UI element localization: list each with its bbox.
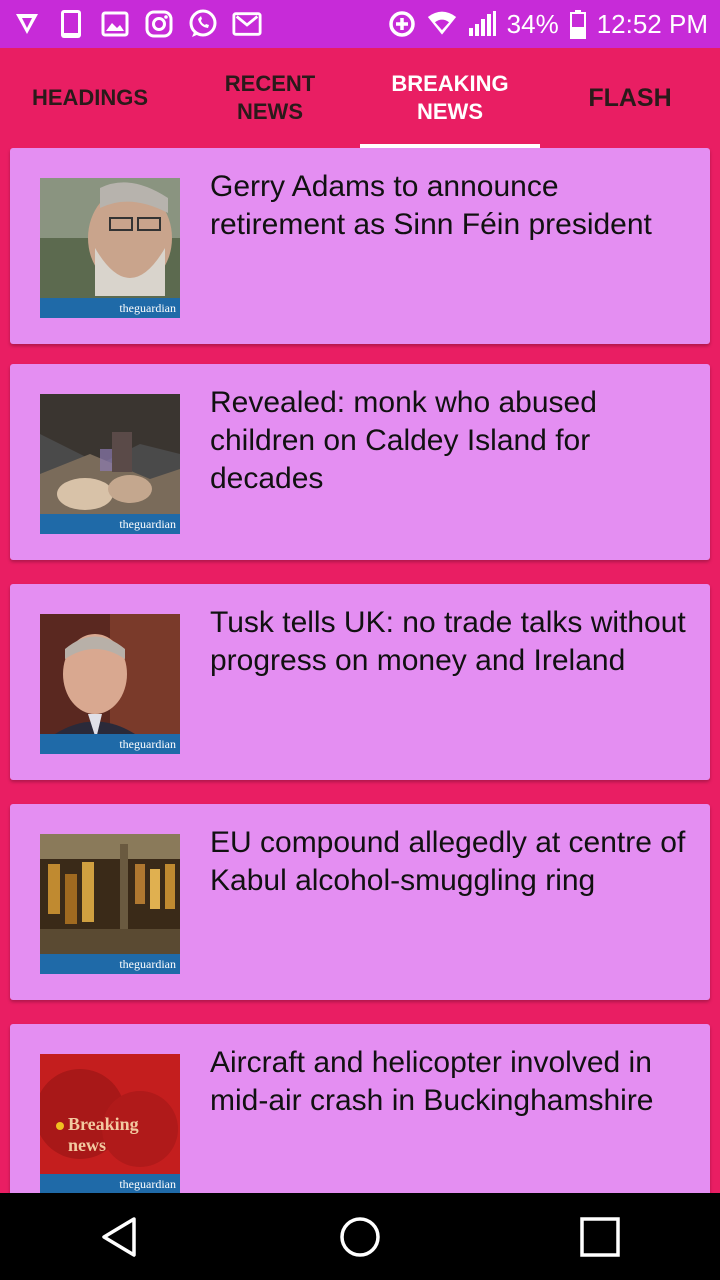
instagram-icon: [144, 9, 174, 39]
article-thumbnail: theguardian: [40, 834, 180, 974]
source-banner: theguardian: [40, 298, 180, 318]
navigation-bar: [0, 1193, 720, 1280]
gallery-icon: [100, 9, 130, 39]
article-thumbnail: theguardian: [40, 178, 180, 318]
whatsapp-icon: [188, 9, 218, 39]
tab-recent-news[interactable]: RECENT NEWS: [180, 48, 360, 148]
shield-icon: [12, 9, 42, 39]
source-banner: theguardian: [40, 734, 180, 754]
tab-flash[interactable]: FLASH: [540, 48, 720, 148]
tab-headings[interactable]: HEADINGS: [0, 48, 180, 148]
gmail-icon: [232, 9, 262, 39]
news-card[interactable]: Breaking news theguardian Aircraft and h…: [10, 1024, 710, 1193]
tab-bar: HEADINGS RECENT NEWS BREAKING NEWS FLASH: [0, 48, 720, 148]
article-thumbnail: theguardian: [40, 394, 180, 534]
wifi-icon: [427, 9, 457, 39]
article-headline[interactable]: Gerry Adams to announce retirement as Si…: [210, 168, 700, 244]
tab-breaking-news[interactable]: BREAKING NEWS: [360, 48, 540, 148]
article-thumbnail: Breaking news theguardian: [40, 1054, 180, 1193]
article-thumbnail: theguardian: [40, 614, 180, 754]
article-headline[interactable]: Revealed: monk who abused children on Ca…: [210, 384, 700, 498]
battery-icon: [569, 9, 587, 39]
article-headline[interactable]: Tusk tells UK: no trade talks without pr…: [210, 604, 700, 680]
data-saver-icon: [387, 9, 417, 39]
source-banner: theguardian: [40, 1174, 180, 1193]
status-bar: 34% 12:52 PM: [0, 0, 720, 48]
clock: 12:52 PM: [596, 8, 708, 39]
signal-icon: [467, 9, 497, 39]
back-icon[interactable]: [80, 1197, 160, 1277]
source-banner: theguardian: [40, 954, 180, 974]
home-icon[interactable]: [320, 1197, 400, 1277]
news-card[interactable]: theguardian Tusk tells UK: no trade talk…: [10, 584, 710, 780]
recents-icon[interactable]: [560, 1197, 640, 1277]
news-card[interactable]: theguardian EU compound allegedly at cen…: [10, 804, 710, 1000]
system-status: 34% 12:52 PM: [387, 9, 708, 40]
source-banner: theguardian: [40, 514, 180, 534]
news-feed[interactable]: theguardian Gerry Adams to announce reti…: [0, 148, 720, 1193]
news-card[interactable]: theguardian Gerry Adams to announce reti…: [10, 148, 710, 344]
phone-icon: [56, 9, 86, 39]
breaking-news-label: Breaking news: [68, 1114, 139, 1155]
notification-icons: [12, 9, 262, 39]
article-headline[interactable]: EU compound allegedly at centre of Kabul…: [210, 824, 700, 900]
news-card[interactable]: theguardian Revealed: monk who abused ch…: [10, 364, 710, 560]
battery-percent: 34%: [506, 8, 559, 39]
article-headline[interactable]: Aircraft and helicopter involved in mid-…: [210, 1044, 700, 1120]
